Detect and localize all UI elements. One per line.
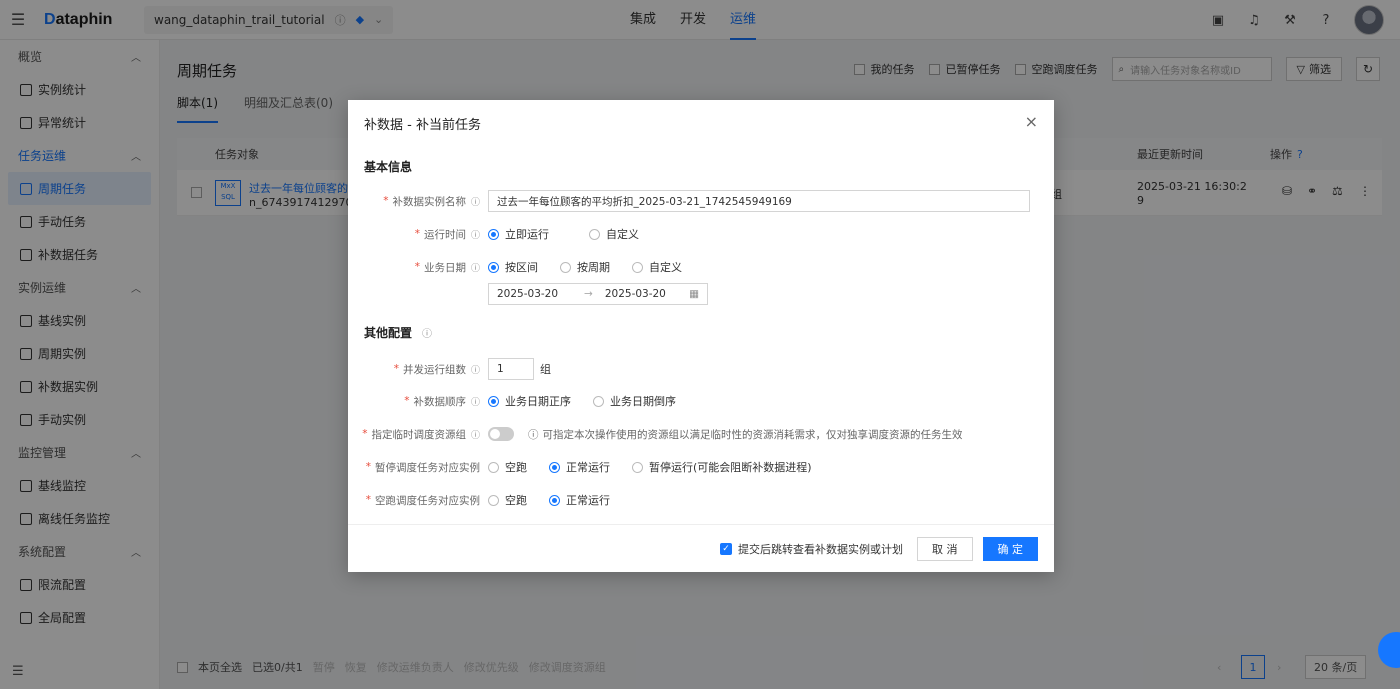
radio-run-now[interactable]: 立即运行: [488, 226, 549, 242]
radio-order-desc[interactable]: 业务日期倒序: [593, 393, 676, 409]
row-run-time: * 运行时间 ⓘ 立即运行 自定义: [414, 226, 639, 242]
radio-run-custom[interactable]: 自定义: [589, 226, 639, 242]
date-start: 2025-03-20: [497, 288, 559, 300]
info-icon[interactable]: ⓘ: [422, 325, 432, 340]
row-biz-date: * 业务日期 ⓘ 按区间 按周期 自定义: [414, 259, 682, 275]
cancel-button[interactable]: 取 消: [917, 536, 973, 561]
radio-by-range[interactable]: 按区间: [488, 259, 538, 275]
section-basic: 基本信息: [364, 160, 413, 174]
radio-order-asc[interactable]: 业务日期正序: [488, 393, 571, 409]
info-icon[interactable]: ⓘ: [471, 228, 480, 241]
dialog-title: 补数据 - 补当前任务: [364, 118, 481, 133]
concurrency-input[interactable]: 1: [488, 358, 534, 380]
assistant-float-button[interactable]: [1378, 632, 1400, 668]
dialog-footer: ✓ 提交后跳转查看补数据实例或计划 取 消 确 定: [348, 524, 1054, 572]
row-temp-group: * 指定临时调度资源组 ⓘ ⓘ 可指定本次操作使用的资源组以满足临时性的资源消耗需求，…: [362, 427, 963, 441]
info-icon[interactable]: ⓘ: [471, 428, 480, 441]
info-icon[interactable]: ⓘ: [471, 363, 480, 376]
info-icon[interactable]: ⓘ: [471, 395, 480, 408]
close-icon[interactable]: ×: [1025, 112, 1038, 131]
row-date-range: 2025-03-20 → 2025-03-20 ▦: [348, 282, 1054, 306]
info-icon: ⓘ: [528, 428, 539, 441]
row-order: * 补数据顺序 ⓘ 业务日期正序 业务日期倒序: [404, 393, 676, 409]
radio-by-cycle[interactable]: 按周期: [560, 259, 610, 275]
confirm-button[interactable]: 确 定: [982, 536, 1038, 561]
date-range-picker[interactable]: 2025-03-20 → 2025-03-20 ▦: [488, 283, 708, 305]
info-icon[interactable]: ⓘ: [471, 261, 480, 274]
radio-paused-dryrun[interactable]: 空跑: [488, 459, 527, 475]
date-end: 2025-03-20: [604, 288, 666, 300]
radio-dryrun-dryrun[interactable]: 空跑: [488, 492, 527, 508]
arrow-right-icon: →: [584, 288, 593, 300]
radio-paused-pause[interactable]: 暂停运行(可能会阻断补数据进程): [632, 459, 812, 475]
info-icon[interactable]: ⓘ: [471, 195, 480, 208]
instance-name-input[interactable]: 过去一年每位顾客的平均折扣_2025-03-21_1742545949169: [488, 190, 1030, 212]
section-other: 其他配置 ⓘ: [364, 325, 433, 340]
radio-date-custom[interactable]: 自定义: [632, 259, 682, 275]
row-concurrency: * 并发运行组数 ⓘ 1 组: [348, 357, 1054, 381]
row-paused: * 暂停调度任务对应实例 空跑 正常运行 暂停运行(可能会阻断补数据进程): [365, 459, 812, 475]
radio-dryrun-normal[interactable]: 正常运行: [549, 492, 610, 508]
row-instance-name: * 补数据实例名称 ⓘ 过去一年每位顾客的平均折扣_2025-03-21_17425…: [348, 189, 1054, 213]
row-dryrun: * 空跑调度任务对应实例 空跑 正常运行: [365, 492, 610, 508]
backfill-dialog: 补数据 - 补当前任务 × 基本信息 * 补数据实例名称 ⓘ 过去一年每位顾客的平均…: [348, 100, 1054, 572]
concurrency-unit: 组: [540, 363, 551, 376]
redirect-checkbox[interactable]: ✓ 提交后跳转查看补数据实例或计划: [720, 541, 903, 557]
calendar-icon[interactable]: ▦: [689, 288, 699, 300]
temp-group-hint: 可指定本次操作使用的资源组以满足临时性的资源消耗需求，仅对独享调度资源的任务生效: [542, 428, 963, 441]
radio-paused-normal[interactable]: 正常运行: [549, 459, 610, 475]
temp-group-toggle[interactable]: [488, 427, 514, 441]
